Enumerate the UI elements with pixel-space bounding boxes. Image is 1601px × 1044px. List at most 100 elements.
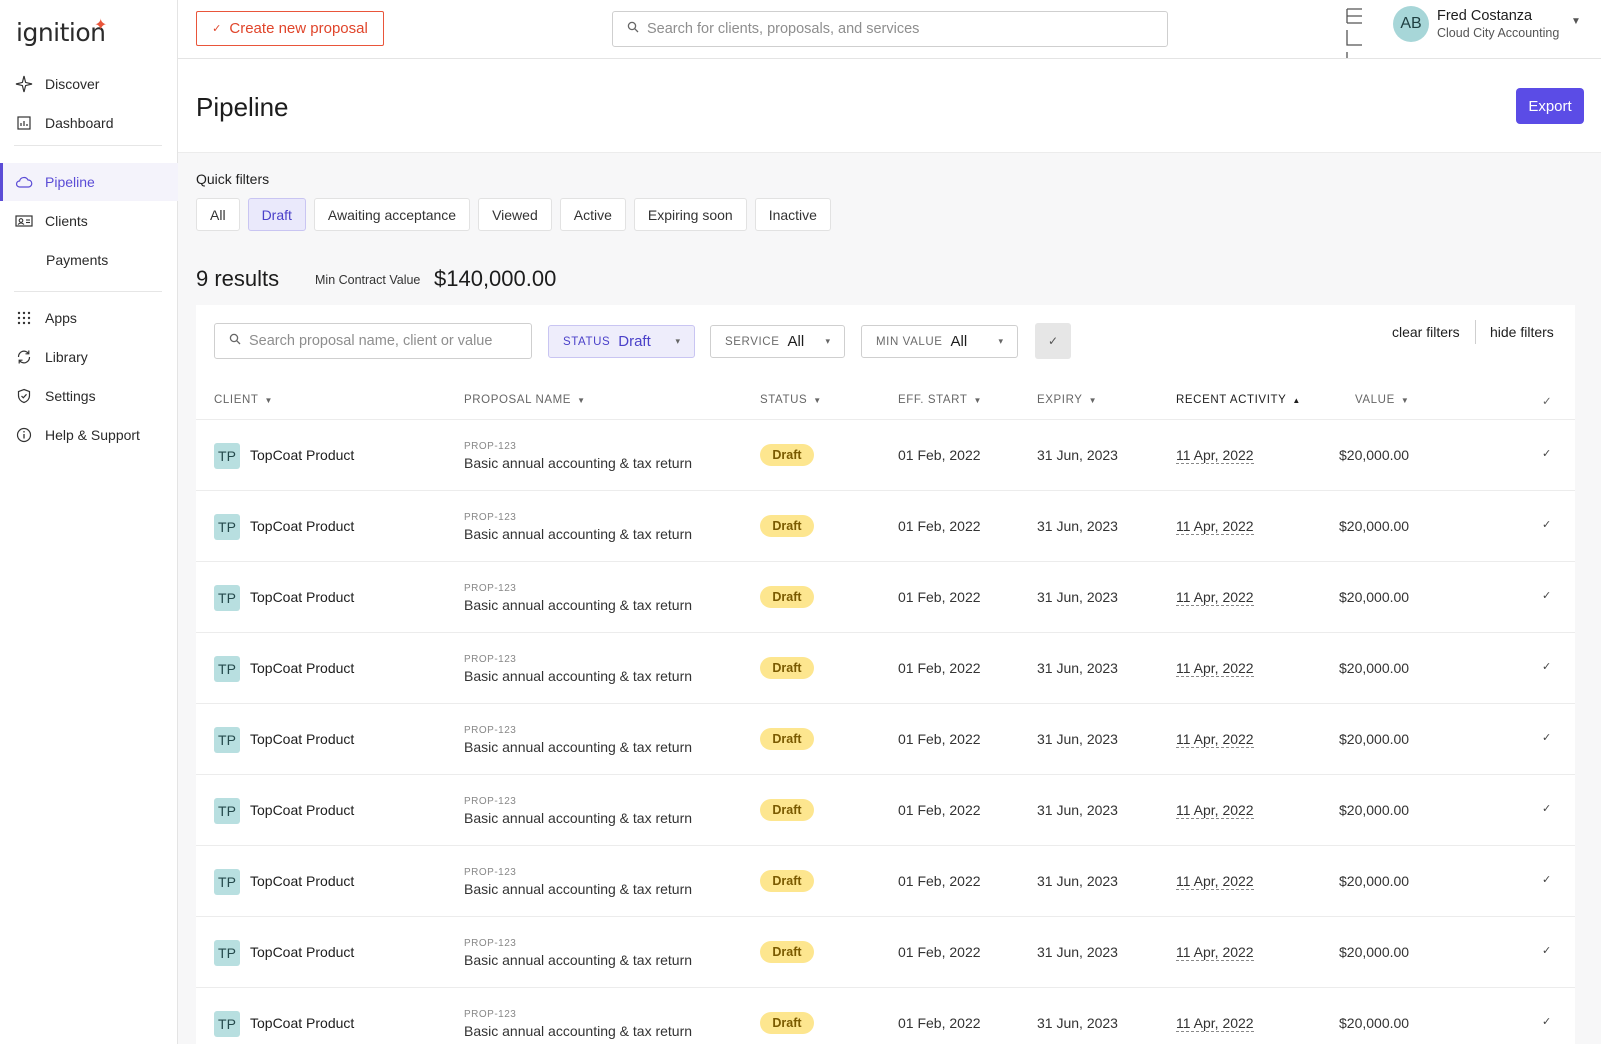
global-search-input[interactable] bbox=[647, 21, 1127, 37]
export-button[interactable]: Export bbox=[1516, 88, 1584, 124]
client-avatar: TP bbox=[214, 1011, 240, 1037]
row-check-icon[interactable]: ✓ bbox=[1542, 447, 1551, 460]
row-check-icon[interactable]: ✓ bbox=[1542, 589, 1551, 602]
row-check-icon[interactable]: ✓ bbox=[1542, 1015, 1551, 1028]
header-label: RECENT ACTIVITY bbox=[1176, 394, 1287, 406]
recent-activity-date[interactable]: 11 Apr, 2022 bbox=[1176, 873, 1254, 890]
client-name[interactable]: TopCoat Product bbox=[250, 1015, 354, 1031]
table-row[interactable]: TP TopCoat Product PROP-123 Basic annual… bbox=[196, 917, 1575, 988]
column-header-client[interactable]: CLIENT ▼ bbox=[214, 394, 273, 406]
sidebar-item-settings[interactable]: Settings bbox=[0, 377, 178, 415]
expiry-date: 31 Jun, 2023 bbox=[1037, 802, 1118, 818]
table-search[interactable] bbox=[214, 323, 532, 359]
client-name[interactable]: TopCoat Product bbox=[250, 518, 354, 534]
min-value-filter-dropdown[interactable]: MIN VALUE All ▾ bbox=[861, 325, 1018, 358]
ignition-logo[interactable]: ignition bbox=[16, 18, 106, 47]
column-header-proposal[interactable]: PROPOSAL NAME ▼ bbox=[464, 394, 586, 406]
menu-icon[interactable] bbox=[1344, 6, 1366, 58]
table-row[interactable]: TP TopCoat Product PROP-123 Basic annual… bbox=[196, 633, 1575, 704]
client-name[interactable]: TopCoat Product bbox=[250, 589, 354, 605]
sidebar-item-clients[interactable]: Clients bbox=[0, 202, 178, 240]
service-filter-dropdown[interactable]: SERVICE All ▾ bbox=[710, 325, 845, 358]
sidebar-item-payments[interactable]: Payments bbox=[0, 241, 178, 279]
row-check-icon[interactable]: ✓ bbox=[1542, 660, 1551, 673]
clear-filters-link[interactable]: clear filters bbox=[1392, 324, 1460, 340]
recent-activity-date[interactable]: 11 Apr, 2022 bbox=[1176, 802, 1254, 819]
sidebar: ignition ✦ Discover Dashboard Pipeline C… bbox=[0, 0, 178, 1044]
select-all-check-icon[interactable]: ✓ bbox=[1542, 394, 1552, 408]
status-badge: Draft bbox=[760, 444, 814, 466]
row-check-icon[interactable]: ✓ bbox=[1542, 731, 1551, 744]
table-search-input[interactable] bbox=[249, 333, 519, 349]
eff-start-date: 01 Feb, 2022 bbox=[898, 873, 981, 889]
proposal-name[interactable]: Basic annual accounting & tax return bbox=[464, 526, 692, 542]
client-name[interactable]: TopCoat Product bbox=[250, 944, 354, 960]
sidebar-item-help[interactable]: Help & Support bbox=[0, 416, 178, 454]
proposal-name[interactable]: Basic annual accounting & tax return bbox=[464, 881, 692, 897]
quick-filter-draft[interactable]: Draft bbox=[247, 198, 306, 231]
table-row[interactable]: TP TopCoat Product PROP-123 Basic annual… bbox=[196, 846, 1575, 917]
proposal-id: PROP-123 bbox=[464, 1009, 517, 1020]
proposal-id: PROP-123 bbox=[464, 512, 517, 523]
quick-filter-awaiting[interactable]: Awaiting acceptance bbox=[313, 198, 471, 231]
sidebar-item-pipeline[interactable]: Pipeline bbox=[0, 163, 178, 201]
row-check-icon[interactable]: ✓ bbox=[1542, 802, 1551, 815]
client-name[interactable]: TopCoat Product bbox=[250, 660, 354, 676]
row-check-icon[interactable]: ✓ bbox=[1542, 873, 1551, 886]
recent-activity-date[interactable]: 11 Apr, 2022 bbox=[1176, 944, 1254, 961]
client-name[interactable]: TopCoat Product bbox=[250, 731, 354, 747]
chevron-down-icon[interactable]: ▼ bbox=[1571, 16, 1581, 27]
column-header-start[interactable]: EFF. START ▼ bbox=[898, 394, 982, 406]
create-proposal-button[interactable]: ✓ Create new proposal bbox=[196, 11, 384, 46]
status-filter-dropdown[interactable]: STATUS Draft ▾ bbox=[548, 325, 695, 358]
apply-filters-button[interactable]: ✓ bbox=[1035, 323, 1071, 359]
recent-activity-date[interactable]: 11 Apr, 2022 bbox=[1176, 1015, 1254, 1032]
quick-filter-inactive[interactable]: Inactive bbox=[754, 198, 831, 231]
chevron-down-icon: ▼ bbox=[973, 395, 983, 405]
proposal-id: PROP-123 bbox=[464, 654, 517, 665]
quick-filter-viewed[interactable]: Viewed bbox=[478, 198, 552, 231]
table-row[interactable]: TP TopCoat Product PROP-123 Basic annual… bbox=[196, 988, 1575, 1044]
client-name[interactable]: TopCoat Product bbox=[250, 873, 354, 889]
client-name[interactable]: TopCoat Product bbox=[250, 802, 354, 818]
table-row[interactable]: TP TopCoat Product PROP-123 Basic annual… bbox=[196, 491, 1575, 562]
column-header-status[interactable]: STATUS ▼ bbox=[760, 394, 822, 406]
recent-activity-date[interactable]: 11 Apr, 2022 bbox=[1176, 589, 1254, 606]
sidebar-item-library[interactable]: Library bbox=[0, 338, 178, 376]
recent-activity-date[interactable]: 11 Apr, 2022 bbox=[1176, 447, 1254, 464]
proposal-name[interactable]: Basic annual accounting & tax return bbox=[464, 810, 692, 826]
global-search[interactable] bbox=[612, 11, 1168, 47]
table-row[interactable]: TP TopCoat Product PROP-123 Basic annual… bbox=[196, 562, 1575, 633]
recent-activity-date[interactable]: 11 Apr, 2022 bbox=[1176, 518, 1254, 535]
proposal-name[interactable]: Basic annual accounting & tax return bbox=[464, 952, 692, 968]
status-badge: Draft bbox=[760, 1012, 814, 1034]
hide-filters-link[interactable]: hide filters bbox=[1490, 324, 1554, 340]
row-check-icon[interactable]: ✓ bbox=[1542, 518, 1551, 531]
quick-filter-expiring[interactable]: Expiring soon bbox=[633, 198, 747, 231]
sidebar-item-apps[interactable]: Apps bbox=[0, 299, 178, 337]
proposal-name[interactable]: Basic annual accounting & tax return bbox=[464, 1023, 692, 1039]
column-header-recent-activity[interactable]: RECENT ACTIVITY ▲ bbox=[1176, 394, 1301, 406]
row-check-icon[interactable]: ✓ bbox=[1542, 944, 1551, 957]
proposal-name[interactable]: Basic annual accounting & tax return bbox=[464, 455, 692, 471]
client-name[interactable]: TopCoat Product bbox=[250, 447, 354, 463]
column-header-expiry[interactable]: EXPIRY ▼ bbox=[1037, 394, 1097, 406]
sparkle-icon bbox=[14, 74, 34, 94]
table-row[interactable]: TP TopCoat Product PROP-123 Basic annual… bbox=[196, 704, 1575, 775]
proposal-name[interactable]: Basic annual accounting & tax return bbox=[464, 597, 692, 613]
user-name[interactable]: Fred Costanza bbox=[1437, 8, 1532, 24]
sidebar-item-dashboard[interactable]: Dashboard bbox=[0, 104, 178, 142]
proposal-name[interactable]: Basic annual accounting & tax return bbox=[464, 739, 692, 755]
recent-activity-date[interactable]: 11 Apr, 2022 bbox=[1176, 731, 1254, 748]
avatar[interactable]: AB bbox=[1393, 6, 1429, 42]
quick-filter-all[interactable]: All bbox=[196, 198, 240, 231]
table-row[interactable]: TP TopCoat Product PROP-123 Basic annual… bbox=[196, 775, 1575, 846]
table-row[interactable]: TP TopCoat Product PROP-123 Basic annual… bbox=[196, 420, 1575, 491]
proposal-name[interactable]: Basic annual accounting & tax return bbox=[464, 668, 692, 684]
eff-start-date: 01 Feb, 2022 bbox=[898, 731, 981, 747]
quick-filter-active[interactable]: Active bbox=[559, 198, 626, 231]
column-header-value[interactable]: VALUE ▼ bbox=[1355, 394, 1409, 406]
recent-activity-date[interactable]: 11 Apr, 2022 bbox=[1176, 660, 1254, 677]
status-badge: Draft bbox=[760, 586, 814, 608]
sidebar-item-discover[interactable]: Discover bbox=[0, 65, 178, 103]
